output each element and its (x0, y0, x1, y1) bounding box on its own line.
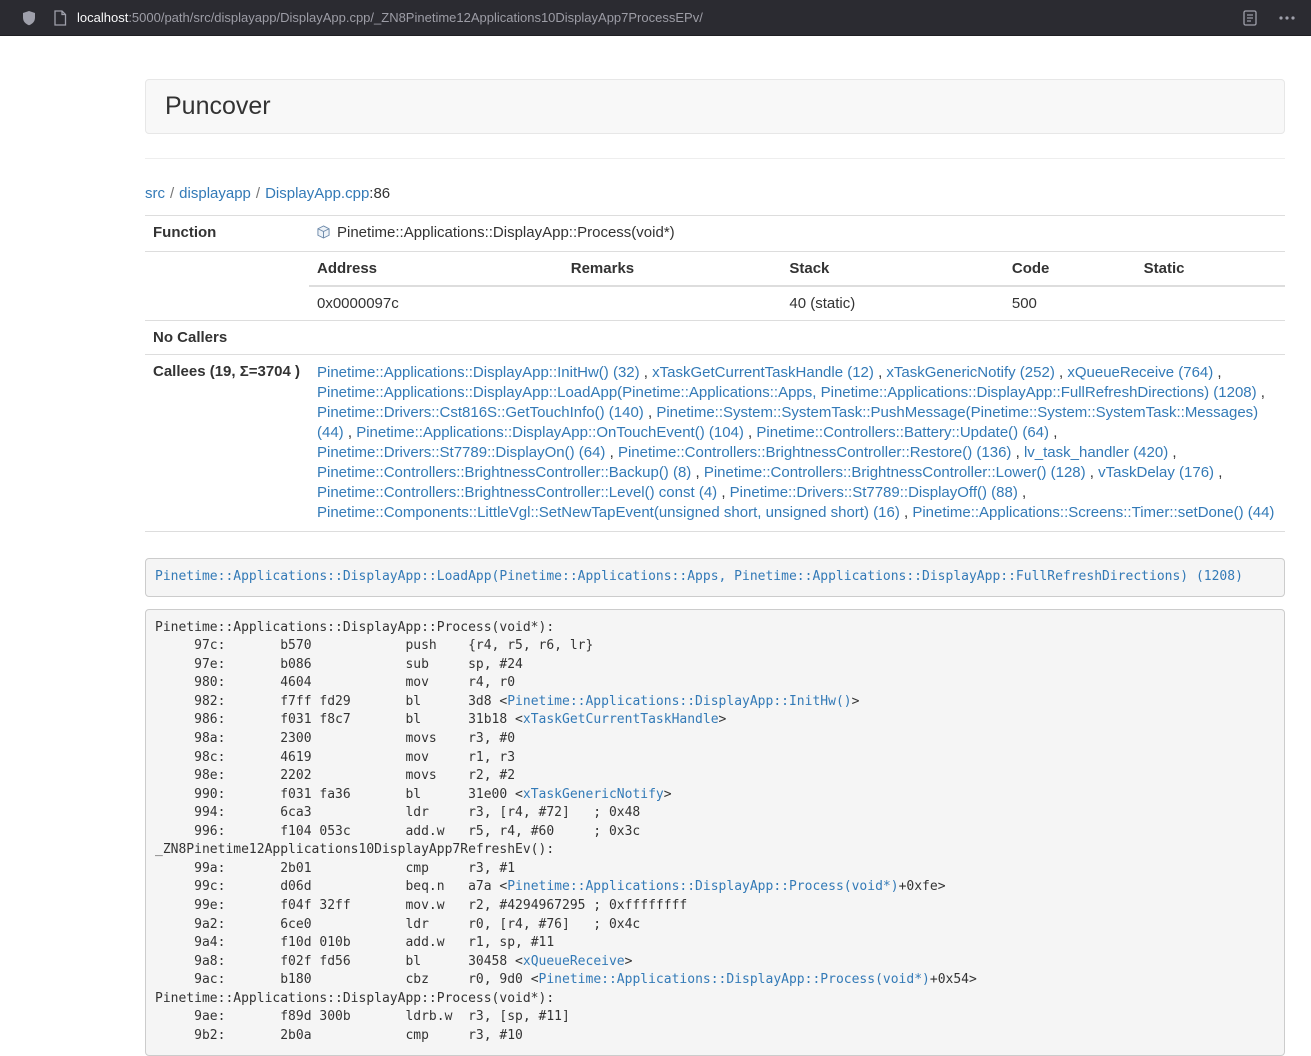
breadcrumb-src[interactable]: src (145, 185, 165, 202)
callee-link[interactable]: Pinetime::Applications::DisplayApp::Init… (317, 364, 640, 381)
column-static: Static (1136, 252, 1285, 286)
disassembly: Pinetime::Applications::DisplayApp::Proc… (145, 609, 1285, 1056)
cell-address: 0x0000097c (309, 286, 563, 320)
metrics-table: Address Remarks Stack Code Static 0x0000… (309, 252, 1285, 320)
function-name: Pinetime::Applications::DisplayApp::Proc… (337, 224, 675, 241)
function-row: Function Pinetime::Applications::Display… (145, 216, 1285, 252)
callee-link[interactable]: Pinetime::Drivers::St7789::DisplayOff() … (730, 484, 1018, 501)
breadcrumb-file[interactable]: DisplayApp.cpp (265, 185, 369, 202)
function-table: Function Pinetime::Applications::Display… (145, 215, 1285, 532)
disasm-symbol-link[interactable]: xQueueReceive (523, 954, 625, 969)
callee-link[interactable]: Pinetime::Drivers::St7789::DisplayOn() (… (317, 444, 605, 461)
disasm-symbol-link[interactable]: xTaskGetCurrentTaskHandle (523, 712, 719, 727)
callee-link[interactable]: lv_task_handler (420) (1024, 444, 1168, 461)
callee-link[interactable]: Pinetime::Drivers::Cst816S::GetTouchInfo… (317, 404, 644, 421)
callee-link[interactable]: Pinetime::Applications::Screens::Timer::… (912, 504, 1274, 521)
cell-remarks (563, 286, 782, 320)
metrics-row: Address Remarks Stack Code Static 0x0000… (145, 252, 1285, 321)
callees-label: Callees (19, Σ=3704 ) (145, 355, 309, 532)
metrics-row-spacer (145, 252, 309, 321)
disasm-symbol-link[interactable]: Pinetime::Applications::DisplayApp::Proc… (539, 972, 930, 987)
column-address: Address (309, 252, 563, 286)
page-container: Puncover src / displayapp / DisplayApp.cpp:8… (145, 79, 1285, 1056)
breadcrumb-separator: / (256, 185, 260, 202)
cell-static (1136, 286, 1285, 320)
disasm-symbol-link[interactable]: Pinetime::Applications::DisplayApp::Proc… (507, 879, 898, 894)
cell-stack: 40 (static) (781, 286, 1004, 320)
url-host: localhost (77, 10, 128, 25)
no-callers-label: No Callers (145, 321, 309, 355)
callee-link[interactable]: Pinetime::Applications::DisplayApp::Load… (317, 384, 1257, 401)
callees-list: Pinetime::Applications::DisplayApp::Init… (309, 355, 1285, 532)
callee-link[interactable]: Pinetime::Controllers::BrightnessControl… (317, 484, 717, 501)
page-info-icon[interactable] (53, 10, 67, 26)
callee-link[interactable]: Pinetime::Applications::DisplayApp::OnTo… (356, 424, 744, 441)
puncover-header: Puncover (145, 79, 1285, 134)
callees-row: Callees (19, Σ=3704 ) Pinetime::Applicat… (145, 355, 1285, 532)
callee-link[interactable]: Pinetime::Controllers::Battery::Update()… (756, 424, 1049, 441)
disasm-symbol-link[interactable]: xTaskGenericNotify (523, 787, 664, 802)
url-path: :5000/path/src/displayapp/DisplayApp.cpp… (128, 10, 703, 25)
column-remarks: Remarks (563, 252, 782, 286)
callee-link[interactable]: Pinetime::Controllers::BrightnessControl… (317, 464, 691, 481)
column-code: Code (1004, 252, 1136, 286)
breadcrumb-displayapp[interactable]: displayapp (179, 185, 251, 202)
metrics-data-row: 0x0000097c 40 (static) 500 (309, 286, 1285, 320)
callee-link[interactable]: Pinetime::Controllers::BrightnessControl… (618, 444, 1011, 461)
tracking-shield-icon[interactable] (21, 10, 37, 26)
highlighted-symbol-link[interactable]: Pinetime::Applications::DisplayApp::Load… (155, 569, 1243, 584)
url-bar[interactable]: localhost:5000/path/src/displayapp/Displ… (77, 10, 1243, 25)
callee-link[interactable]: xTaskGetCurrentTaskHandle (12) (652, 364, 874, 381)
overflow-menu-icon[interactable] (1279, 16, 1295, 20)
callee-link[interactable]: Pinetime::Components::LittleVgl::SetNewT… (317, 504, 900, 521)
callee-link[interactable]: Pinetime::Controllers::BrightnessControl… (704, 464, 1086, 481)
cell-code: 500 (1004, 286, 1136, 320)
page-title: Puncover (165, 92, 1265, 121)
breadcrumb-line-number: :86 (369, 185, 390, 202)
browser-toolbar: localhost:5000/path/src/displayapp/Displ… (0, 0, 1311, 36)
symbol-cube-icon (317, 225, 330, 243)
divider (145, 158, 1285, 159)
reader-view-icon[interactable] (1243, 10, 1257, 26)
function-label: Function (145, 216, 309, 252)
no-callers-row: No Callers (145, 321, 1285, 355)
callee-link[interactable]: xTaskGenericNotify (252) (886, 364, 1054, 381)
callee-link[interactable]: xQueueReceive (764) (1067, 364, 1213, 381)
breadcrumb: src / displayapp / DisplayApp.cpp:86 (145, 185, 1285, 202)
disasm-symbol-link[interactable]: Pinetime::Applications::DisplayApp::Init… (507, 694, 851, 709)
column-stack: Stack (781, 252, 1004, 286)
breadcrumb-separator: / (170, 185, 174, 202)
highlighted-symbol-box: Pinetime::Applications::DisplayApp::Load… (145, 558, 1285, 597)
callee-link[interactable]: vTaskDelay (176) (1098, 464, 1214, 481)
